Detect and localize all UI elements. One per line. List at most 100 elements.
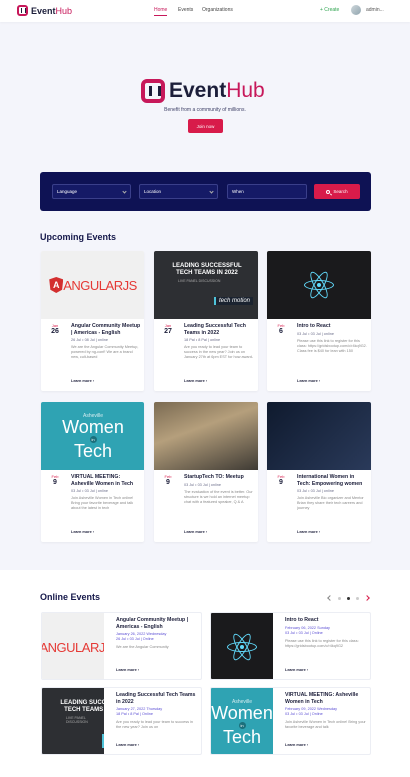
event-date: Jan 26 xyxy=(51,323,59,335)
chevron-left-icon[interactable] xyxy=(327,595,333,601)
eventhub-logo-icon xyxy=(17,5,28,16)
upcoming-events-title: Upcoming Events xyxy=(40,232,117,242)
nav-logo[interactable]: EventHub xyxy=(17,5,72,16)
learn-more-link[interactable]: Learn more › xyxy=(184,379,207,383)
event-meta: 03 Jul • 03 Jul | online xyxy=(184,482,221,487)
hero-logo: EventHub xyxy=(141,79,265,103)
learn-more-link[interactable]: Learn more › xyxy=(71,530,94,534)
online-event-description: Are you ready to lead your team to succe… xyxy=(116,720,194,729)
leading-teams-image: LEADING SUCCESSFUL TECH TEAMS IN 2022LIV… xyxy=(154,251,258,319)
event-card[interactable]: Asheville Women in Tech Feb 9 VIRTUAL MEETING:… xyxy=(41,402,144,542)
slider-controls xyxy=(327,595,370,601)
search-bar: Language Location When Search xyxy=(40,172,371,211)
event-card[interactable]: LEADING SUCCESSFUL TECH TEAMS IN 2022 LIV… xyxy=(154,251,258,391)
online-event-description: Please use this link to register for thi… xyxy=(285,638,359,648)
user-menu[interactable]: admin... xyxy=(366,7,384,13)
angular-logo-image: AANGULARJS xyxy=(42,613,104,679)
location-select[interactable]: Location xyxy=(139,184,218,199)
eventhub-logo-icon xyxy=(141,79,165,103)
react-image xyxy=(211,613,273,679)
event-card[interactable]: A ANGULARJS Jan 26 Angular Community Meetup … xyxy=(41,251,144,391)
event-card[interactable]: Feb 9 International Women in Tech: Empower… xyxy=(267,402,371,542)
learn-more-link[interactable]: Learn more › xyxy=(116,668,139,672)
create-button[interactable]: + Create xyxy=(320,7,339,13)
event-card[interactable]: Feb 9 StartupTech TO: Meetup 03 Jul • 03 Ju… xyxy=(154,402,258,542)
event-description: Please use this link to register for thi… xyxy=(297,338,367,353)
react-logo-icon xyxy=(227,631,257,663)
online-event-title[interactable]: Angular Community Meetup | Americas - En… xyxy=(116,617,198,630)
online-event-meta: January 26, 2022 Wednesday 26 Jul • 03 J… xyxy=(116,632,167,641)
online-event-title[interactable]: Intro to React xyxy=(285,617,367,624)
angular-logo-image: AANGULARJS xyxy=(41,251,144,319)
top-navbar: EventHub Home Events Organizations + Cre… xyxy=(0,0,410,22)
chevron-down-icon xyxy=(209,189,214,194)
online-event-title[interactable]: VIRTUAL MEETING: Asheville Women in Tech xyxy=(285,692,367,705)
event-description: We are the Angular Community Meetup, pow… xyxy=(71,345,139,359)
intl-women-image xyxy=(267,402,371,470)
event-date: Jan 27 xyxy=(164,323,172,335)
hero-brand: EventHub xyxy=(169,79,265,102)
nav-link-organizations[interactable]: Organizations xyxy=(202,7,233,13)
nav-link-home[interactable]: Home xyxy=(154,7,168,16)
event-meta: 03 Jul • 03 Jul | online xyxy=(297,331,334,336)
startup-meetup-photo xyxy=(154,402,258,470)
event-title[interactable]: Leading Successful Tech Teams in 2022 xyxy=(184,323,254,336)
online-event-title[interactable]: Leading Successful Tech Teams in 2022 xyxy=(116,692,198,705)
react-image xyxy=(267,251,371,319)
event-meta: 18 Pal • 8 Pal | online xyxy=(184,338,221,342)
learn-more-link[interactable]: Learn more › xyxy=(297,530,320,534)
women-in-tech-image: Asheville Women in Tech xyxy=(41,402,144,470)
event-description: Join Asheville Women in Tech online! Bri… xyxy=(71,496,134,510)
online-event-card[interactable]: LEADING SUCCESSFUL TECH TEAMS IN 2022LIV… xyxy=(41,687,202,755)
event-description: The evaluation of the event is better. O… xyxy=(184,489,253,504)
event-meta: 03 Jul • 03 Jul | online xyxy=(71,489,108,493)
event-title[interactable]: VIRTUAL MEETING: Asheville Women in Tech xyxy=(71,474,141,487)
online-event-meta: February 06, 2022 Sunday 03 Jul • 03 Jul… xyxy=(285,625,330,635)
when-input[interactable]: When xyxy=(227,184,307,199)
search-button[interactable]: Search xyxy=(314,184,360,199)
react-logo-icon xyxy=(304,269,334,301)
learn-more-link[interactable]: Learn more › xyxy=(285,668,308,672)
event-title[interactable]: Angular Community Meetup | Americas - En… xyxy=(71,323,141,336)
event-date: Feb 9 xyxy=(51,474,59,486)
women-in-tech-image: Asheville Women in Tech xyxy=(211,688,273,754)
online-event-card[interactable]: Asheville Women in Tech VIRTUAL MEETING: Ash… xyxy=(210,687,371,755)
avatar[interactable] xyxy=(351,5,361,15)
online-event-meta: February 09, 2022 Wednesday 03 Jul • 03 … xyxy=(285,707,338,716)
learn-more-link[interactable]: Learn more › xyxy=(71,379,94,383)
join-now-button[interactable]: Join now xyxy=(188,119,223,133)
angular-shield-icon: A xyxy=(49,277,64,293)
online-event-description: Join Asheville Women in Tech online! Bri… xyxy=(285,720,366,729)
online-event-meta: January 27, 2022 Thursday 18 Pal • 8 Pal… xyxy=(116,707,163,716)
event-meta: 03 Jul • 03 Jul | online xyxy=(297,489,334,493)
event-meta: 26 Jul • 08 Jul | online xyxy=(71,338,108,342)
learn-more-link[interactable]: Learn more › xyxy=(285,743,308,747)
online-event-description: We are the Angular Community xyxy=(116,645,169,649)
chevron-down-icon xyxy=(122,189,127,194)
online-event-card[interactable]: AANGULARJS Angular Community Meetup | Ame… xyxy=(41,612,202,680)
event-title[interactable]: StartupTech TO: Meetup xyxy=(184,474,254,481)
learn-more-link[interactable]: Learn more › xyxy=(116,743,139,747)
slider-dot[interactable] xyxy=(356,596,359,600)
leading-teams-image: LEADING SUCCESSFUL TECH TEAMS IN 2022LIV… xyxy=(42,688,104,754)
event-title[interactable]: International Women in Tech: Empowering … xyxy=(297,474,367,487)
learn-more-link[interactable]: Learn more › xyxy=(184,530,207,534)
event-date: Feb 6 xyxy=(277,323,285,335)
slider-dot-active[interactable] xyxy=(347,596,350,600)
event-date: Feb 9 xyxy=(277,474,285,486)
nav-brand: EventHub xyxy=(31,5,73,16)
nav-link-events[interactable]: Events xyxy=(178,7,193,13)
search-icon xyxy=(326,189,331,194)
event-title[interactable]: Intro to React xyxy=(297,323,367,330)
event-card[interactable]: Feb 6 Intro to React 03 Jul • 03 Jul | onli… xyxy=(267,251,371,391)
event-description: Join Asheville Bio organizer and Mentor … xyxy=(297,496,364,510)
language-select[interactable]: Language xyxy=(52,184,131,199)
chevron-right-icon[interactable] xyxy=(364,595,370,601)
learn-more-link[interactable]: Learn more › xyxy=(297,379,320,383)
hero-tagline: Benefit from a community of millions. xyxy=(164,107,246,113)
online-event-card[interactable]: Intro to React February 06, 2022 Sunday 0… xyxy=(210,612,371,680)
online-events-title: Online Events xyxy=(40,592,101,602)
slider-dot[interactable] xyxy=(338,596,341,600)
event-description: Are you ready to lead your team to succe… xyxy=(184,345,254,359)
event-date: Feb 9 xyxy=(164,474,172,486)
